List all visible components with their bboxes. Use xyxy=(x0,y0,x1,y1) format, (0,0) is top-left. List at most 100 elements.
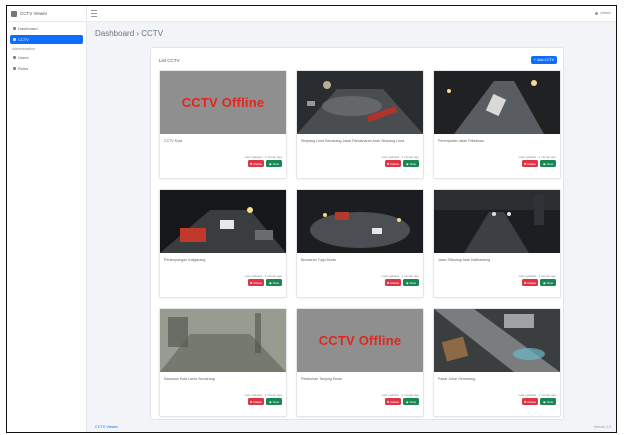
camera-card[interactable]: CCTV Offline CCTV Kota Last updated · 1 mi… xyxy=(159,70,287,179)
camera-card[interactable]: Kawasan Kota Lama Semarang Last updated ·… xyxy=(159,308,287,417)
camera-actions: ✖ Delete ◉ View xyxy=(385,160,419,167)
sidebar-section-heading: Administration xyxy=(12,47,35,51)
camera-card[interactable]: Jalan Siliwangi Arah Kalibanteng Last upd… xyxy=(433,189,561,298)
camera-snapshot xyxy=(297,71,423,134)
camera-thumbnail[interactable]: CCTV Offline xyxy=(297,309,423,372)
add-cctv-button[interactable]: + Add CCTV xyxy=(531,56,557,64)
delete-button[interactable]: ✖ Delete xyxy=(522,279,538,286)
camera-updated: Last updated · 1 minute ago xyxy=(244,274,282,278)
delete-button[interactable]: ✖ Delete xyxy=(522,398,538,405)
eye-icon: ◉ xyxy=(405,161,409,166)
sidebar-item-label: Users xyxy=(18,55,29,60)
sidebar-item-users[interactable]: Users xyxy=(10,53,83,62)
camera-name: Bundaran Tugu Muda xyxy=(301,258,336,262)
camera-updated: Last updated · 1 minute ago xyxy=(381,155,419,159)
user-name: Admin xyxy=(600,11,611,15)
sidebar-item-cctv[interactable]: CCTV xyxy=(10,35,83,44)
camera-name: Kawasan Kota Lama Semarang xyxy=(164,377,215,381)
view-label: View xyxy=(546,161,554,166)
view-button[interactable]: ◉ View xyxy=(266,160,282,167)
camera-icon xyxy=(13,38,16,41)
camera-actions: ✖ Delete ◉ View xyxy=(385,279,419,286)
camera-updated: Last updated · 1 minute ago xyxy=(518,274,556,278)
camera-updated: Last updated · 1 minute ago xyxy=(244,155,282,159)
sidebar-item-roles[interactable]: Roles xyxy=(10,64,83,73)
delete-button[interactable]: ✖ Delete xyxy=(385,160,401,167)
view-button[interactable]: ◉ View xyxy=(403,398,419,405)
camera-thumbnail[interactable]: CCTV Offline xyxy=(160,71,286,134)
camera-card[interactable]: Pasar Johar Semarang Last updated · 1 min… xyxy=(433,308,561,417)
camera-name: Simpang Lima Semarang Jalan Pandanaran A… xyxy=(301,139,405,143)
camera-thumbnail[interactable] xyxy=(434,71,560,134)
camera-updated: Last updated · 1 minute ago xyxy=(244,393,282,397)
footer-version: Version 1.0 xyxy=(594,425,611,429)
delete-button[interactable]: ✖ Delete xyxy=(248,279,264,286)
delete-button[interactable]: ✖ Delete xyxy=(248,398,264,405)
dashboard-icon xyxy=(13,27,16,30)
delete-label: Delete xyxy=(253,161,263,166)
camera-card[interactable]: Perempatan Jalan Pahlawan Last updated · … xyxy=(433,70,561,179)
view-button[interactable]: ◉ View xyxy=(403,279,419,286)
camera-snapshot xyxy=(434,71,560,134)
delete-button[interactable]: ✖ Delete xyxy=(248,160,264,167)
user-avatar-icon xyxy=(595,11,599,15)
trash-icon: ✖ xyxy=(523,161,527,166)
user-icon xyxy=(13,67,16,70)
camera-thumbnail[interactable] xyxy=(297,190,423,253)
view-button[interactable]: ◉ View xyxy=(266,398,282,405)
camera-thumbnail[interactable] xyxy=(160,190,286,253)
trash-icon: ✖ xyxy=(523,280,527,285)
delete-button[interactable]: ✖ Delete xyxy=(385,279,401,286)
view-button[interactable]: ◉ View xyxy=(540,160,556,167)
users-icon xyxy=(13,56,16,59)
camera-card[interactable]: Bundaran Tugu Muda Last updated · 1 minut… xyxy=(296,189,424,298)
footer-brand[interactable]: CCTV Viewer xyxy=(95,425,118,429)
view-button[interactable]: ◉ View xyxy=(540,279,556,286)
camera-actions: ✖ Delete ◉ View xyxy=(522,398,556,405)
camera-updated: Last updated · 1 minute ago xyxy=(381,274,419,278)
camera-thumbnail[interactable] xyxy=(434,309,560,372)
offline-label: CCTV Offline xyxy=(318,333,402,348)
trash-icon: ✖ xyxy=(386,280,390,285)
view-label: View xyxy=(409,399,417,404)
camera-thumbnail[interactable] xyxy=(434,190,560,253)
camera-snapshot xyxy=(297,190,423,253)
delete-label: Delete xyxy=(253,280,263,285)
view-button[interactable]: ◉ View xyxy=(266,279,282,286)
topbar: Admin xyxy=(87,6,616,22)
add-cctv-label: Add CCTV xyxy=(536,58,555,62)
offline-label: CCTV Offline xyxy=(181,95,265,110)
view-label: View xyxy=(409,280,417,285)
brand[interactable]: CCTV Viewer xyxy=(7,6,86,22)
camera-card[interactable]: Simpang Lima Semarang Jalan Pandanaran A… xyxy=(296,70,424,179)
camera-card[interactable]: Persimpangan Kaligarang Last updated · 1 … xyxy=(159,189,287,298)
delete-button[interactable]: ✖ Delete xyxy=(522,160,538,167)
camera-actions: ✖ Delete ◉ View xyxy=(248,279,282,286)
eye-icon: ◉ xyxy=(268,280,272,285)
camera-actions: ✖ Delete ◉ View xyxy=(248,398,282,405)
camera-name: Persimpangan Kaligarang xyxy=(164,258,206,262)
plus-icon: + xyxy=(533,58,536,62)
camera-snapshot xyxy=(434,309,560,372)
trash-icon: ✖ xyxy=(523,399,527,404)
camera-updated: Last updated · 1 minute ago xyxy=(518,393,556,397)
camera-thumbnail[interactable] xyxy=(297,71,423,134)
brand-name: CCTV Viewer xyxy=(20,11,48,16)
camera-card[interactable]: CCTV Offline Pelabuhan Tanjung Emas Last u… xyxy=(296,308,424,417)
camera-actions: ✖ Delete ◉ View xyxy=(522,160,556,167)
sidebar-item-label: Dashboard xyxy=(18,26,38,31)
view-label: View xyxy=(546,280,554,285)
camera-snapshot xyxy=(160,309,286,372)
eye-icon: ◉ xyxy=(542,161,546,166)
hamburger-menu-icon[interactable] xyxy=(91,10,97,17)
view-button[interactable]: ◉ View xyxy=(403,160,419,167)
sidebar-item-dashboard[interactable]: Dashboard xyxy=(10,24,83,33)
delete-button[interactable]: ✖ Delete xyxy=(385,398,401,405)
user-menu[interactable]: Admin xyxy=(595,11,611,15)
camera-updated: Last updated · 1 minute ago xyxy=(381,393,419,397)
view-button[interactable]: ◉ View xyxy=(540,398,556,405)
view-label: View xyxy=(409,161,417,166)
camera-thumbnail[interactable] xyxy=(160,309,286,372)
view-label: View xyxy=(272,399,280,404)
sidebar-item-label: CCTV xyxy=(18,37,29,42)
